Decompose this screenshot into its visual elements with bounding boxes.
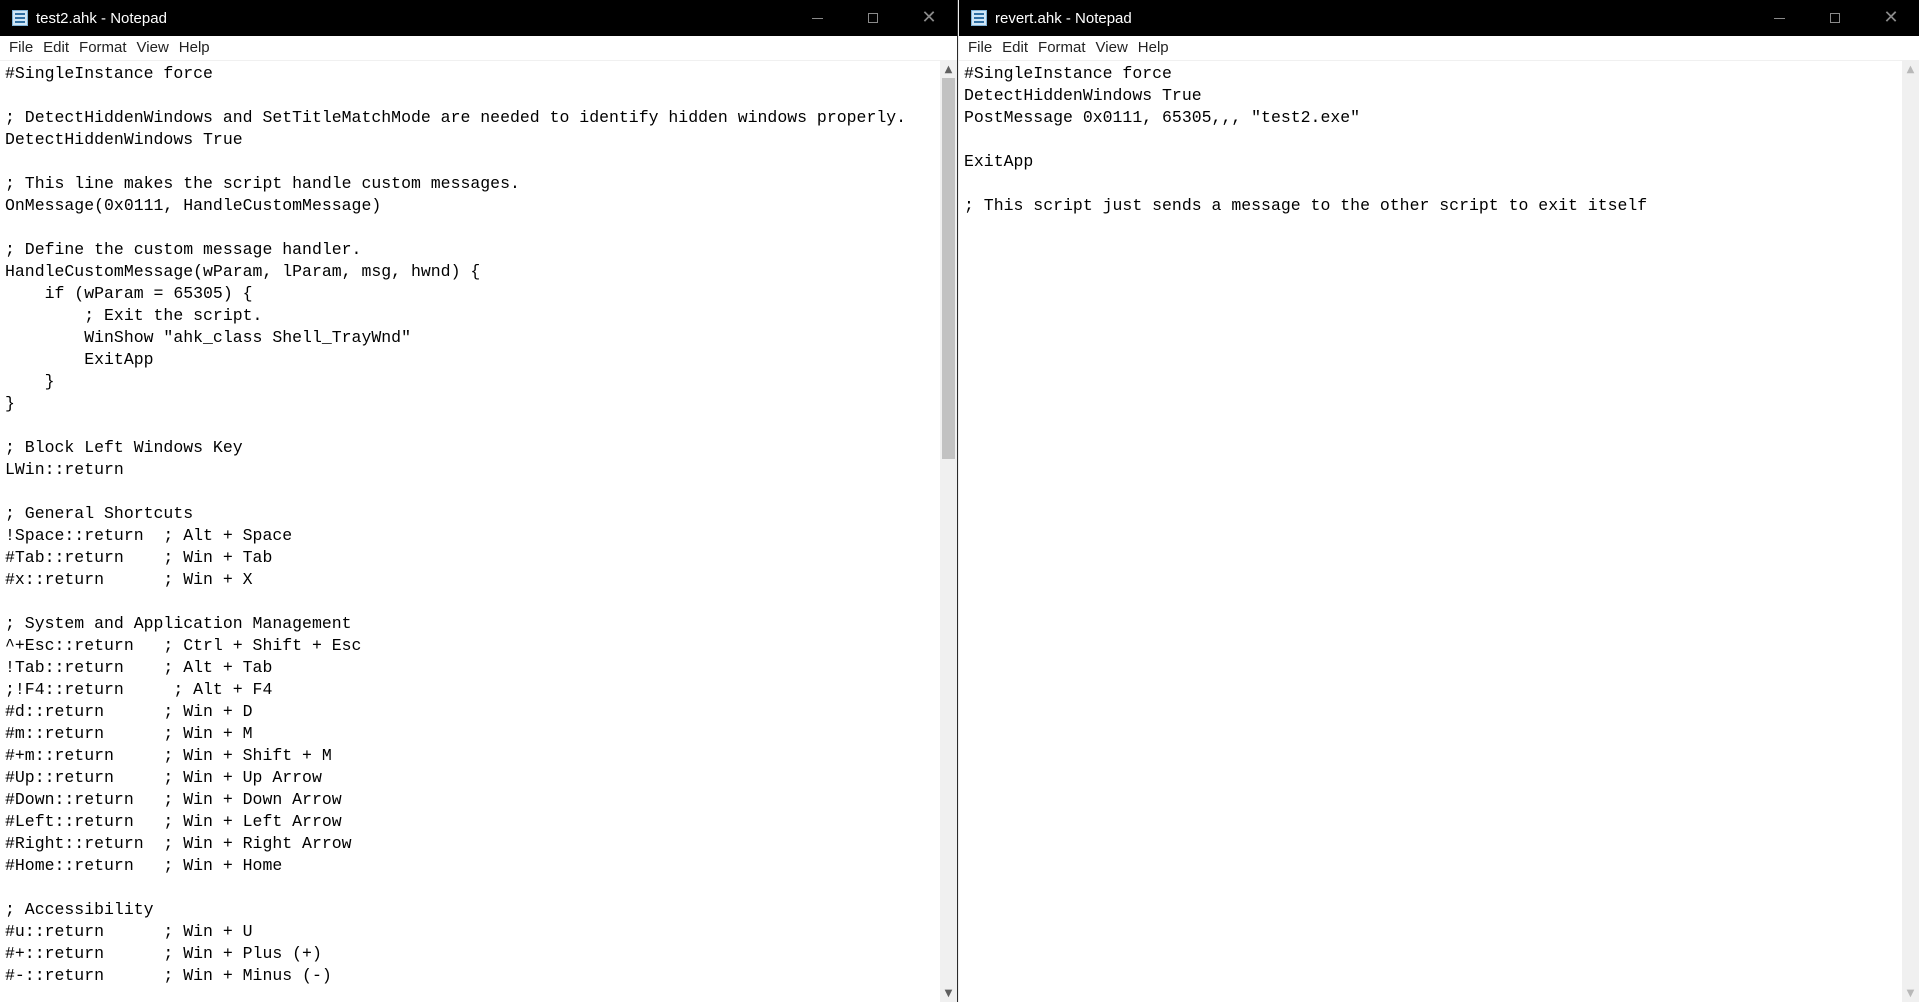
text-line: #+m::return ; Win + Shift + M xyxy=(5,746,332,765)
text-line: #Left::return ; Win + Left Arrow xyxy=(5,812,342,831)
title-bar[interactable]: revert.ahk - Notepad ✕ xyxy=(959,0,1919,36)
text-line: ; Exit the script. xyxy=(5,306,263,325)
text-line: #u::return ; Win + U xyxy=(5,922,253,941)
text-line: ; System and Application Management xyxy=(5,614,352,633)
text-line xyxy=(964,129,1897,151)
editor-text[interactable]: #SingleInstance force ; DetectHiddenWindo… xyxy=(5,63,935,1002)
window-controls: ✕ xyxy=(1751,0,1919,36)
window-title: test2.ahk - Notepad xyxy=(36,9,167,27)
notepad-window-test2[interactable]: test2.ahk - Notepad ✕ File Edit Format V… xyxy=(0,0,958,1002)
text-line: #-::return ; Win + Minus (-) xyxy=(5,966,332,985)
text-line xyxy=(5,415,935,437)
text-line: ; Block Left Windows Key xyxy=(5,438,243,457)
notepad-icon[interactable] xyxy=(971,10,987,26)
scroll-up-arrow-icon[interactable]: ▲ xyxy=(1902,61,1919,78)
text-line: #Tab::return ; Win + Tab xyxy=(5,548,273,567)
window-controls: ✕ xyxy=(789,0,957,36)
text-line: LWin::return xyxy=(5,460,124,479)
scroll-down-arrow-icon[interactable]: ▼ xyxy=(940,985,957,1002)
close-button[interactable]: ✕ xyxy=(901,0,957,36)
editor-text[interactable]: #SingleInstance force DetectHiddenWindows… xyxy=(964,63,1897,1002)
text-line: PostMessage 0x0111, 65305,,, "test2.exe" xyxy=(964,108,1361,127)
text-line: DetectHiddenWindows True xyxy=(964,86,1202,105)
title-bar[interactable]: test2.ahk - Notepad ✕ xyxy=(0,0,957,36)
text-line: if (wParam = 65305) { xyxy=(5,284,253,303)
text-line xyxy=(5,591,935,613)
text-line: #d::return ; Win + D xyxy=(5,702,253,721)
maximize-icon xyxy=(1830,13,1840,23)
menu-edit[interactable]: Edit xyxy=(997,36,1033,60)
text-line: ExitApp xyxy=(5,350,154,369)
text-line: ExitApp xyxy=(964,152,1034,171)
text-line: } xyxy=(5,372,55,391)
text-line: #Home::return ; Win + Home xyxy=(5,856,283,875)
text-line: HandleCustomMessage(wParam, lParam, msg,… xyxy=(5,262,481,281)
text-line: OnMessage(0x0111, HandleCustomMessage) xyxy=(5,196,382,215)
maximize-button[interactable] xyxy=(845,0,901,36)
text-line: #SingleInstance force xyxy=(964,64,1172,83)
text-line xyxy=(5,85,935,107)
text-line xyxy=(964,173,1897,195)
text-line xyxy=(5,481,935,503)
text-line: #Down::return ; Win + Down Arrow xyxy=(5,790,342,809)
text-line: WinShow "ahk_class Shell_TrayWnd" xyxy=(5,328,411,347)
text-line xyxy=(5,151,935,173)
text-line: #x::return ; Win + X xyxy=(5,570,253,589)
text-line: DetectHiddenWindows True xyxy=(5,130,243,149)
notepad-icon[interactable] xyxy=(12,10,28,26)
text-line: #+::return ; Win + Plus (+) xyxy=(5,944,322,963)
text-line: !Space::return ; Alt + Space xyxy=(5,526,293,545)
text-line: #Right::return ; Win + Right Arrow xyxy=(5,834,352,853)
menu-file[interactable]: File xyxy=(963,36,997,60)
text-line: #Up::return ; Win + Up Arrow xyxy=(5,768,322,787)
text-line: ; This script just sends a message to th… xyxy=(964,196,1648,215)
menu-edit[interactable]: Edit xyxy=(38,36,74,60)
text-editor[interactable]: #SingleInstance force DetectHiddenWindows… xyxy=(959,61,1919,1002)
scroll-down-arrow-icon[interactable]: ▼ xyxy=(1902,985,1919,1002)
close-icon: ✕ xyxy=(1883,7,1899,28)
text-line: !Tab::return ; Alt + Tab xyxy=(5,658,273,677)
text-line xyxy=(5,877,935,899)
text-line: } xyxy=(5,394,15,413)
menu-help[interactable]: Help xyxy=(1133,36,1174,60)
menu-file[interactable]: File xyxy=(4,36,38,60)
close-button[interactable]: ✕ xyxy=(1863,0,1919,36)
minimize-button[interactable] xyxy=(789,0,845,36)
text-line: ; General Shortcuts xyxy=(5,504,194,523)
text-line: ; DetectHiddenWindows and SetTitleMatchM… xyxy=(5,108,907,127)
menu-view[interactable]: View xyxy=(1091,36,1133,60)
scroll-up-arrow-icon[interactable]: ▲ xyxy=(940,61,957,78)
text-editor[interactable]: #SingleInstance force ; DetectHiddenWindo… xyxy=(0,61,957,1002)
menu-help[interactable]: Help xyxy=(174,36,215,60)
text-line: ^+Esc::return ; Ctrl + Shift + Esc xyxy=(5,636,362,655)
menu-bar: File Edit Format View Help xyxy=(959,36,1919,61)
menu-format[interactable]: Format xyxy=(1033,36,1091,60)
vertical-scrollbar[interactable]: ▲ ▼ xyxy=(940,61,957,1002)
minimize-icon xyxy=(811,17,823,19)
menu-view[interactable]: View xyxy=(132,36,174,60)
text-line xyxy=(5,217,935,239)
minimize-button[interactable] xyxy=(1751,0,1807,36)
text-line: #m::return ; Win + M xyxy=(5,724,253,743)
window-title: revert.ahk - Notepad xyxy=(995,9,1132,27)
menu-bar: File Edit Format View Help xyxy=(0,36,957,61)
text-line: ; Define the custom message handler. xyxy=(5,240,362,259)
text-line: ; This line makes the script handle cust… xyxy=(5,174,520,193)
maximize-icon xyxy=(868,13,878,23)
vertical-scrollbar[interactable]: ▲ ▼ xyxy=(1902,61,1919,1002)
minimize-icon xyxy=(1773,17,1785,19)
scroll-thumb[interactable] xyxy=(942,78,955,459)
text-line: #SingleInstance force xyxy=(5,64,213,83)
notepad-window-revert[interactable]: revert.ahk - Notepad ✕ File Edit Format … xyxy=(959,0,1919,1002)
maximize-button[interactable] xyxy=(1807,0,1863,36)
text-line: ; Accessibility xyxy=(5,900,154,919)
menu-format[interactable]: Format xyxy=(74,36,132,60)
close-icon: ✕ xyxy=(921,7,937,28)
text-line: ;!F4::return ; Alt + F4 xyxy=(5,680,273,699)
